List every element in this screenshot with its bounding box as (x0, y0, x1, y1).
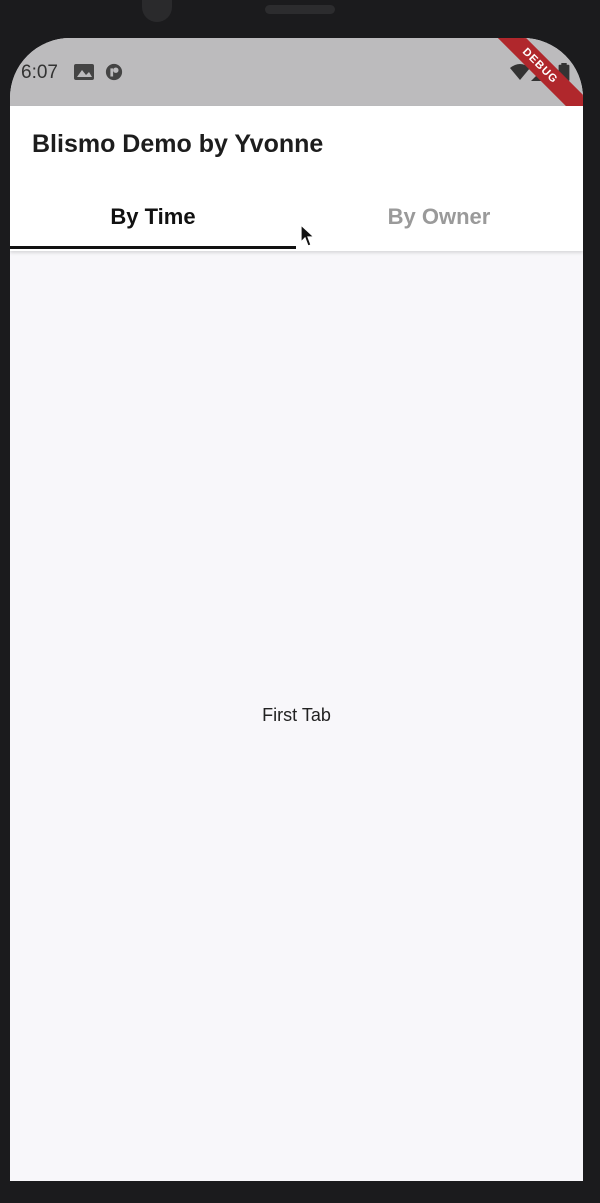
tab-indicator (10, 246, 296, 249)
mouse-cursor-icon (300, 224, 316, 247)
phone-frame: 6:07 DEBUG Blismo Demo by Yvonne By Time… (0, 0, 600, 1203)
status-bar: 6:07 DEBUG (10, 38, 583, 127)
app-notification-icon (105, 63, 123, 81)
image-notification-icon (74, 64, 94, 80)
tab-content-text: First Tab (262, 705, 331, 725)
tab-by-time[interactable]: By Time (10, 192, 296, 251)
tab-by-owner[interactable]: By Owner (296, 192, 582, 251)
app-title: Blismo Demo by Yvonne (32, 130, 324, 158)
app-bar: Blismo Demo by Yvonne By Time By Owner (10, 106, 583, 251)
tab-bar: By Time By Owner (10, 192, 583, 251)
phone-screen: 6:07 DEBUG Blismo Demo by Yvonne By Time… (10, 38, 583, 1181)
camera-cutout (142, 0, 172, 22)
status-time: 6:07 (21, 62, 58, 83)
speaker-grille (265, 5, 335, 14)
